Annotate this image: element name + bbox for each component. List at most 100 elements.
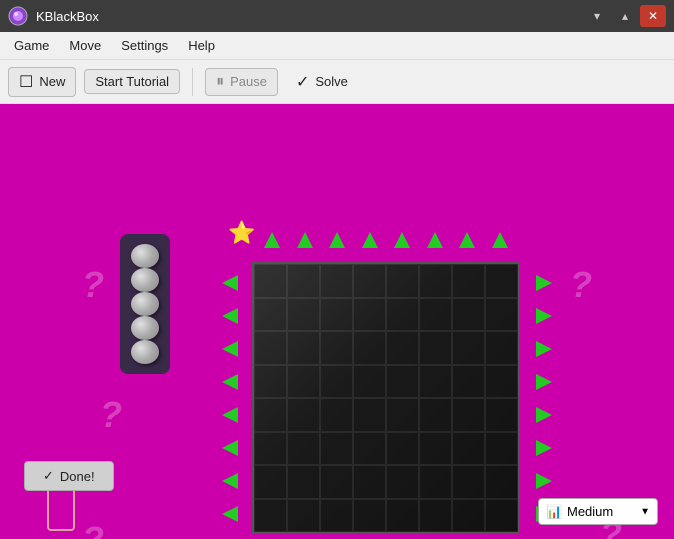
cell-4-1[interactable] [254,365,287,399]
cell-5-3[interactable] [320,398,353,432]
arrow-top-8[interactable] [489,229,511,251]
arrow-left-5[interactable] [219,404,241,426]
cell-4-3[interactable] [320,365,353,399]
arrow-top-5[interactable] [391,229,413,251]
cell-2-5[interactable] [386,298,419,332]
arrow-top-6[interactable] [424,229,446,251]
cell-5-5[interactable] [386,398,419,432]
cell-2-1[interactable] [254,298,287,332]
menu-settings[interactable]: Settings [111,35,178,56]
cell-6-6[interactable] [419,432,452,466]
arrow-left-4[interactable] [219,371,241,393]
arrow-right-6[interactable] [533,437,555,459]
arrow-right-1[interactable] [533,272,555,294]
arrow-top-1[interactable] [261,229,283,251]
cell-3-8[interactable] [485,331,518,365]
cell-5-2[interactable] [287,398,320,432]
cell-4-8[interactable] [485,365,518,399]
cell-1-4[interactable] [353,264,386,298]
cell-4-6[interactable] [419,365,452,399]
cell-3-4[interactable] [353,331,386,365]
cell-7-2[interactable] [287,465,320,499]
arrow-top-2[interactable] [294,229,316,251]
arrow-right-7[interactable] [533,470,555,492]
cell-8-4[interactable] [353,499,386,533]
cell-8-6[interactable] [419,499,452,533]
cell-2-2[interactable] [287,298,320,332]
cell-8-2[interactable] [287,499,320,533]
arrow-top-4[interactable] [359,229,381,251]
cell-6-1[interactable] [254,432,287,466]
arrow-right-2[interactable] [533,305,555,327]
cell-6-8[interactable] [485,432,518,466]
start-tutorial-button[interactable]: Start Tutorial [84,69,180,94]
cell-7-8[interactable] [485,465,518,499]
arrow-right-5[interactable] [533,404,555,426]
cell-5-8[interactable] [485,398,518,432]
cell-1-6[interactable] [419,264,452,298]
cell-1-5[interactable] [386,264,419,298]
menu-game[interactable]: Game [4,35,59,56]
cell-7-6[interactable] [419,465,452,499]
cell-8-5[interactable] [386,499,419,533]
cell-6-3[interactable] [320,432,353,466]
arrow-right-4[interactable] [533,371,555,393]
arrow-left-1[interactable] [219,272,241,294]
cell-6-7[interactable] [452,432,485,466]
menu-move[interactable]: Move [59,35,111,56]
cell-3-5[interactable] [386,331,419,365]
arrow-left-2[interactable] [219,305,241,327]
cell-6-4[interactable] [353,432,386,466]
cell-7-1[interactable] [254,465,287,499]
cell-8-3[interactable] [320,499,353,533]
arrow-left-6[interactable] [219,437,241,459]
arrow-left-3[interactable] [219,338,241,360]
cell-1-2[interactable] [287,264,320,298]
cell-3-2[interactable] [287,331,320,365]
arrow-top-7[interactable] [456,229,478,251]
cell-8-7[interactable] [452,499,485,533]
cell-7-3[interactable] [320,465,353,499]
arrow-left-8[interactable] [219,503,241,525]
cell-3-3[interactable] [320,331,353,365]
cell-3-7[interactable] [452,331,485,365]
cell-3-1[interactable] [254,331,287,365]
cell-2-6[interactable] [419,298,452,332]
cell-4-7[interactable] [452,365,485,399]
cell-8-8[interactable] [485,499,518,533]
cell-4-5[interactable] [386,365,419,399]
solve-button[interactable]: ✓ Solve [286,68,358,96]
cell-2-8[interactable] [485,298,518,332]
cell-1-8[interactable] [485,264,518,298]
cell-6-2[interactable] [287,432,320,466]
cell-4-2[interactable] [287,365,320,399]
cell-3-6[interactable] [419,331,452,365]
cell-2-3[interactable] [320,298,353,332]
new-button[interactable]: ☐ New [8,67,76,97]
arrow-top-3[interactable] [326,229,348,251]
maximize-button[interactable]: ▴ [612,5,638,27]
cell-5-1[interactable] [254,398,287,432]
cell-7-4[interactable] [353,465,386,499]
cell-2-4[interactable] [353,298,386,332]
cell-7-7[interactable] [452,465,485,499]
cell-1-3[interactable] [320,264,353,298]
cell-4-4[interactable] [353,365,386,399]
cell-5-4[interactable] [353,398,386,432]
game-grid[interactable] [252,262,520,534]
cell-5-7[interactable] [452,398,485,432]
cell-8-1[interactable] [254,499,287,533]
cell-6-5[interactable] [386,432,419,466]
pause-button[interactable]: ⏸ Pause [205,68,278,96]
minimize-button[interactable]: ▾ [584,5,610,27]
close-button[interactable]: ✕ [640,5,666,27]
arrow-left-7[interactable] [219,470,241,492]
difficulty-select[interactable]: Easy Medium Hard Expert [538,498,658,525]
arrow-right-3[interactable] [533,338,555,360]
cell-1-7[interactable] [452,264,485,298]
cell-5-6[interactable] [419,398,452,432]
done-button[interactable]: ✓ Done! [24,461,114,491]
cell-2-7[interactable] [452,298,485,332]
menu-help[interactable]: Help [178,35,225,56]
cell-1-1[interactable] [254,264,287,298]
